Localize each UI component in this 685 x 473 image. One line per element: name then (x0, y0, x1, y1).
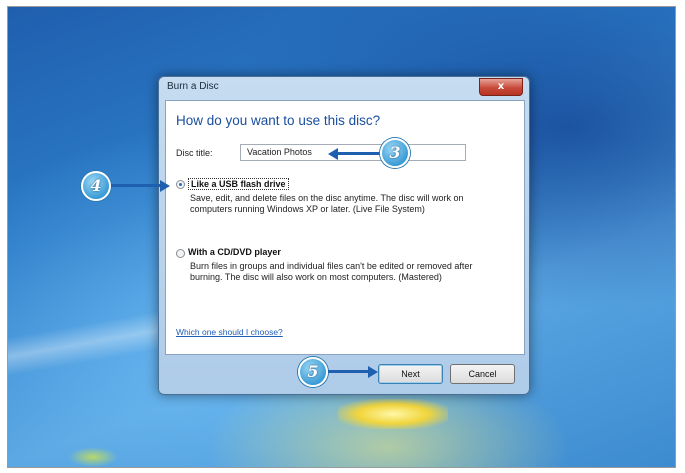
callout-4-arrow (111, 184, 161, 187)
dialog-title: Burn a Disc (167, 81, 219, 92)
wallpaper-leaf (68, 447, 118, 467)
cd-dvd-player-radio[interactable] (176, 249, 185, 258)
help-link[interactable]: Which one should I choose? (176, 327, 283, 337)
disc-title-label: Disc title: (176, 148, 213, 158)
callout-5-badge: 5 (298, 357, 328, 387)
usb-flash-drive-option-label[interactable]: Like a USB flash drive (188, 178, 289, 190)
usb-flash-drive-radio[interactable] (176, 180, 185, 189)
usb-flash-drive-description: Save, edit, and delete files on the disc… (190, 193, 464, 214)
callout-3-badge: 3 (380, 138, 410, 168)
dialog-heading: How do you want to use this disc? (176, 113, 381, 128)
close-icon: x (497, 81, 505, 92)
close-button[interactable]: x (479, 78, 523, 96)
cd-dvd-player-description: Burn files in groups and individual file… (190, 261, 473, 282)
dialog-titlebar[interactable]: Burn a Disc x (159, 77, 529, 99)
callout-3-arrow (336, 152, 380, 155)
callout-4-arrowhead (160, 180, 170, 192)
callout-4-badge: 4 (81, 171, 111, 201)
cancel-button[interactable]: Cancel (450, 364, 515, 384)
callout-5-arrowhead (368, 366, 378, 378)
burn-disc-dialog: Burn a Disc x How do you want to use thi… (158, 76, 530, 395)
callout-5-arrow (328, 370, 370, 373)
cd-dvd-player-option-label[interactable]: With a CD/DVD player (188, 247, 281, 257)
dialog-content: How do you want to use this disc? Disc t… (165, 100, 525, 355)
next-button[interactable]: Next (378, 364, 443, 384)
wallpaper-glow (338, 399, 448, 429)
